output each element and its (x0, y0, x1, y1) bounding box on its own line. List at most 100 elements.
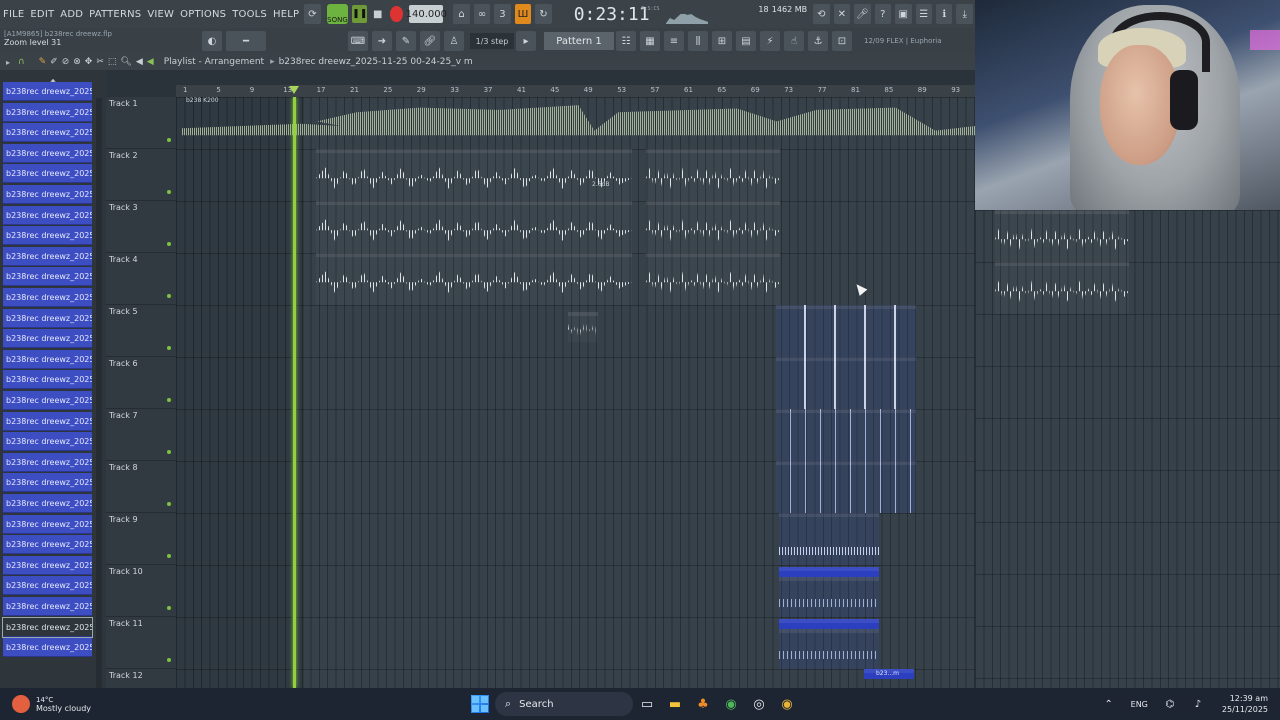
tray-language[interactable]: ENG (1131, 700, 1148, 709)
fl-studio-icon[interactable]: ♣ (692, 693, 714, 715)
audio-clip-track10-top[interactable] (779, 567, 879, 577)
clip-source-item[interactable]: b238rec dreewz_2025-11... (3, 597, 92, 616)
audio-clip-track4b[interactable] (646, 253, 780, 305)
tempo-display[interactable]: 140.000 (406, 5, 447, 23)
tools-icon[interactable]: ✕ (833, 4, 851, 24)
plug-icon[interactable]: ⚡︎ (760, 31, 780, 51)
pause-button[interactable]: ❚❚ (352, 5, 368, 23)
track-active-led[interactable] (167, 606, 171, 610)
menu-patterns[interactable]: PATTERNS (86, 9, 144, 20)
clip-source-item[interactable]: b238rec dreewz_2025-11... (3, 288, 92, 307)
clip-source-item[interactable]: b238rec dreewz_2025-11... (3, 205, 92, 225)
clip-source-item[interactable]: b238rec dreewz_2025-11... (3, 473, 92, 493)
track-header[interactable]: Track 5 (106, 305, 176, 357)
clip-source-item[interactable]: b238rec dreewz_2025-11... (3, 514, 92, 534)
arrangement-grid-right[interactable] (975, 210, 1280, 688)
track-header[interactable]: Track 3 (106, 201, 176, 253)
clip-source-item[interactable]: b238rec dreewz_2025-11... (3, 494, 92, 513)
save-icon[interactable]: ▣ (895, 4, 912, 24)
track-active-led[interactable] (167, 658, 171, 662)
select-tool-icon[interactable]: ⬚ (108, 57, 117, 67)
menu-add[interactable]: ADD (57, 9, 86, 20)
track-header[interactable]: Track 7 (106, 409, 176, 461)
track-header[interactable]: Track 6 (106, 357, 176, 409)
track-header[interactable]: Track 1 (106, 97, 176, 149)
file-explorer-icon[interactable]: ▬ (664, 693, 686, 715)
master-volume-knob[interactable]: ◐ (202, 31, 222, 51)
track-active-led[interactable] (167, 398, 171, 402)
timeline-ruler[interactable]: 1 5 9 13 17 21 25 29 33 37 41 45 49 53 57 61 65 69 73 77 81 8… (176, 85, 975, 97)
menu-options[interactable]: OPTIONS (177, 9, 229, 20)
info-icon[interactable]: ℹ (936, 4, 953, 24)
clip-source-item[interactable]: b238rec dreewz_2025-11... (3, 143, 92, 163)
paint-tool-icon[interactable]: ✐ (50, 57, 58, 67)
mixer-view-icon[interactable]: ⫼ (688, 31, 708, 51)
audio-clip-track11[interactable] (779, 629, 879, 669)
track-header[interactable]: Track 2 (106, 149, 176, 201)
clip-source-item[interactable]: b238rec dreewz_2025-11... (3, 576, 92, 596)
metronome-icon[interactable]: ⌂ (453, 4, 470, 24)
audio-clip-track1[interactable] (182, 105, 975, 136)
channel-rack-icon[interactable]: ≡ (664, 31, 684, 51)
slice-tool-icon[interactable]: ✂ (96, 57, 104, 67)
record-list-icon[interactable]: ⚓︎ (808, 31, 828, 51)
clip-source-item[interactable]: b238rec dreewz_2025-11... (3, 123, 92, 143)
mic-icon[interactable]: 🎤︎ (854, 4, 871, 24)
audio-clip-track4-right[interactable] (995, 262, 1129, 314)
wait-input-icon[interactable]: ∞ (473, 4, 491, 24)
audio-clip-track9[interactable] (779, 513, 879, 565)
chrome-alt-icon[interactable]: ◉ (776, 693, 798, 715)
obs-icon[interactable]: ◎ (748, 693, 770, 715)
record-button[interactable] (390, 6, 404, 22)
plugin-db-icon[interactable]: ▤ (736, 31, 756, 51)
clock[interactable]: 12:39 am 25/11/2025 (1222, 693, 1268, 715)
track-header[interactable]: Track 9 (106, 513, 176, 565)
track-active-led[interactable] (167, 346, 171, 350)
weather-widget[interactable]: 14°C Mostly cloudy (12, 695, 91, 713)
keyboard-icon[interactable]: ⌨ (348, 31, 368, 51)
audio-clip-track8-hits[interactable] (776, 461, 916, 513)
track-active-led[interactable] (167, 294, 171, 298)
clip-source-item[interactable]: b238rec dreewz_2025-11... (3, 267, 92, 287)
download-icon[interactable]: ⤓ (956, 4, 973, 24)
clip-source-item[interactable]: b238rec dreewz_2025-11... (3, 452, 92, 472)
audio-clip-track3b[interactable] (646, 201, 780, 253)
loop-record-icon[interactable]: ↻ (535, 4, 552, 24)
chrome-icon[interactable]: ◉ (720, 693, 742, 715)
stamp-icon[interactable]: ♙ (444, 31, 464, 51)
clip-source-item[interactable]: b238rec dreewz_2025-11... (3, 370, 92, 390)
track-header[interactable]: Track 8 (106, 461, 176, 513)
magnet-icon[interactable]: ∩ (18, 57, 25, 67)
track-active-led[interactable] (167, 450, 171, 454)
pattern-prev-icon[interactable]: ▸ (516, 31, 536, 51)
track-active-led[interactable] (167, 242, 171, 246)
mixer-icon[interactable]: ☰ (915, 4, 932, 24)
arrow-icon[interactable]: ➜ (372, 31, 392, 51)
playhead-marker[interactable] (289, 86, 299, 94)
track-header[interactable]: Track 11 (106, 617, 176, 669)
network-icon[interactable]: ⌬ (1159, 693, 1181, 715)
task-view-icon[interactable]: ▭ (636, 693, 658, 715)
audio-clip-track6-hits[interactable] (776, 357, 916, 409)
clip-source-item[interactable]: b238rec dreewz_2025-11... (3, 411, 92, 431)
clip-source-item[interactable]: b238rec dreewz_2025-11... (3, 308, 92, 328)
touch-icon[interactable]: ☝ (784, 31, 804, 51)
delete-tool-icon[interactable]: ⊘ (62, 57, 70, 67)
audio-clip-track4[interactable] (316, 253, 632, 305)
clip-source-item[interactable]: b238rec dreewz_2025-11... (3, 535, 92, 555)
clip-source-item[interactable]: b238rec dreewz_2025-11... (3, 226, 92, 246)
snap-selector[interactable]: 1/3 step (470, 33, 514, 49)
help-icon[interactable]: ? (874, 4, 892, 24)
zoom-tool-icon[interactable]: 🔍︎ (120, 57, 131, 67)
audio-clip-track10[interactable] (779, 577, 879, 617)
clip-source-item[interactable]: b238rec dreewz_2025-11... (3, 102, 92, 122)
audio-clip-track11-top[interactable] (779, 619, 879, 629)
track-header[interactable]: Track 10 (106, 565, 176, 617)
audio-clip-track2[interactable] (316, 149, 632, 201)
refresh-icon[interactable]: ⟳ (304, 4, 321, 24)
windows-start-icon[interactable] (471, 695, 489, 713)
mute-tool-icon[interactable]: ⊗ (73, 57, 81, 67)
audio-clip-track3-right[interactable] (995, 210, 1129, 262)
track-active-led[interactable] (167, 190, 171, 194)
piano-roll-icon[interactable]: ▦ (640, 31, 660, 51)
